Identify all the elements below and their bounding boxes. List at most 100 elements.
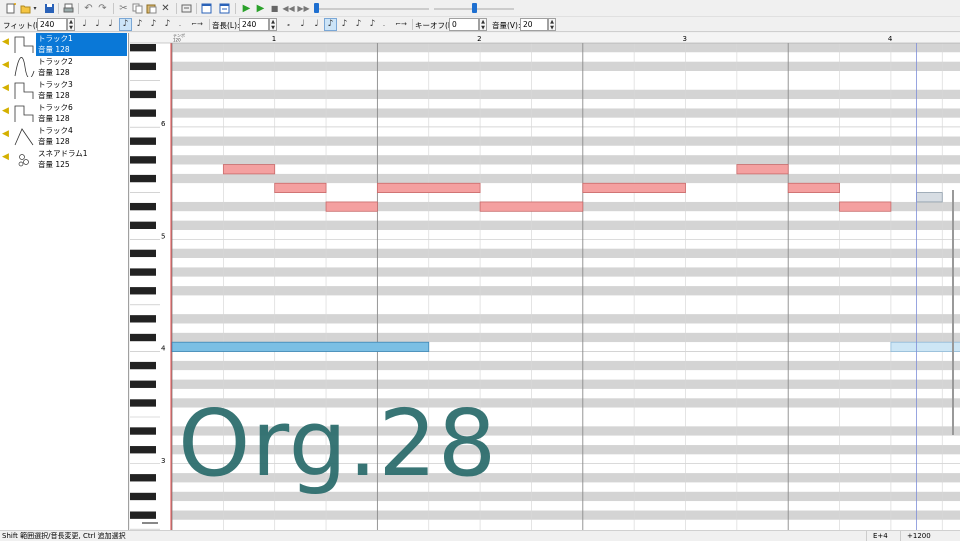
speaker-icon[interactable]: ◀ — [2, 84, 10, 94]
roll-row — [172, 379, 960, 389]
black-key[interactable] — [130, 249, 156, 258]
note-block[interactable] — [787, 182, 840, 194]
note-block[interactable] — [274, 182, 327, 194]
len-thirtysecond-note-button[interactable]: ♪ — [352, 18, 365, 31]
sixtyfourth-note-button[interactable]: ♪ — [161, 18, 174, 31]
delete-icon[interactable]: ✕ — [159, 2, 172, 15]
properties-icon[interactable] — [180, 2, 193, 15]
note-length-spinner[interactable]: ▲ ▼ — [269, 18, 277, 31]
black-key[interactable] — [130, 174, 156, 183]
save-icon[interactable] — [43, 2, 56, 15]
note-block[interactable] — [171, 341, 430, 352]
position-slider-thumb[interactable] — [314, 3, 319, 13]
new-file-icon[interactable] — [4, 2, 17, 15]
print-icon[interactable] — [62, 2, 75, 15]
black-key[interactable] — [130, 90, 156, 99]
fit-spinner[interactable]: ▲ ▼ — [67, 18, 75, 31]
sixteenth-note-button[interactable]: ♪ — [133, 18, 146, 31]
note-block[interactable] — [479, 201, 584, 212]
black-key[interactable] — [130, 62, 156, 71]
copy-icon[interactable] — [131, 2, 144, 15]
redo-icon[interactable]: ↷ — [96, 2, 109, 15]
len-sixtyfourth-note-button[interactable]: ♪ — [366, 18, 379, 31]
black-key[interactable] — [130, 492, 156, 501]
len-sixteenth-note-button[interactable]: ♪ — [338, 18, 351, 31]
rewind-icon[interactable]: ◀◀ — [282, 2, 295, 15]
half-note-button[interactable]: ♩ — [91, 18, 104, 31]
black-key[interactable] — [130, 109, 156, 117]
black-key[interactable] — [130, 287, 156, 295]
dot-button[interactable]: . — [176, 18, 184, 31]
track-item[interactable]: ◀ スネアドラム1 音量 125 — [0, 148, 127, 171]
speaker-icon[interactable]: ◀ — [2, 107, 10, 117]
len-half-note-button[interactable]: ♩ — [296, 18, 309, 31]
paste-icon[interactable] — [145, 2, 158, 15]
black-key[interactable] — [130, 511, 156, 519]
dropdown-icon[interactable]: ▾ — [31, 2, 39, 15]
track-item[interactable]: ◀ トラック4 音量 128 — [0, 125, 127, 148]
keyoff-input[interactable] — [449, 18, 479, 31]
note-block[interactable] — [839, 201, 892, 212]
speaker-icon[interactable]: ◀ — [2, 130, 10, 140]
cut-icon[interactable]: ✂ — [117, 2, 130, 15]
black-key[interactable] — [130, 268, 156, 276]
len-quarter-note-button[interactable]: ♩ — [310, 18, 323, 31]
window2-icon[interactable] — [218, 2, 231, 15]
horizontal-scrollbar[interactable] — [142, 522, 158, 524]
track-item[interactable]: ◀ トラック1 音量 128 — [0, 33, 127, 56]
black-key[interactable] — [130, 137, 156, 145]
black-key[interactable] — [130, 221, 156, 229]
note-block[interactable] — [582, 182, 686, 194]
black-key[interactable] — [130, 315, 156, 323]
len-whole-note-button[interactable]: 𝅗 — [282, 18, 295, 31]
quarter-note-button[interactable]: ♩ — [104, 18, 117, 31]
play-from-icon[interactable]: ▶ — [254, 2, 267, 15]
window-icon[interactable] — [200, 2, 213, 15]
main-toolbar: ▾ ↶ ↷ ✂ ✕ ▶ ▶ ■ ◀◀ ▶▶ — [0, 0, 960, 17]
vertical-scrollbar[interactable] — [952, 190, 954, 435]
black-key[interactable] — [130, 380, 156, 388]
thirtysecond-note-button[interactable]: ♪ — [147, 18, 160, 31]
play-icon[interactable]: ▶ — [240, 2, 253, 15]
black-key[interactable] — [130, 446, 156, 454]
track-item[interactable]: ◀ トラック6 音量 128 — [0, 102, 127, 125]
fit-input[interactable] — [37, 18, 67, 31]
track-item[interactable]: ◀ トラック3 音量 128 — [0, 79, 127, 102]
note-block[interactable] — [890, 341, 960, 352]
roll-row — [172, 71, 960, 81]
speaker-icon[interactable]: ◀ — [2, 61, 10, 71]
track-info: トラック4 音量 128 — [36, 125, 127, 148]
volume-input[interactable] — [520, 18, 548, 31]
note-block[interactable] — [376, 182, 481, 194]
volume-spinner[interactable]: ▲ ▼ — [548, 18, 556, 31]
keyoff-spinner[interactable]: ▲ ▼ — [479, 18, 487, 31]
black-key[interactable] — [130, 333, 156, 342]
volume-slider-thumb[interactable] — [472, 3, 477, 13]
note-block[interactable] — [222, 164, 276, 175]
note-length-input[interactable] — [239, 18, 269, 31]
black-key[interactable] — [130, 474, 156, 482]
speaker-icon[interactable]: ◀ — [2, 153, 10, 163]
black-key[interactable] — [130, 156, 156, 164]
black-key[interactable] — [130, 44, 156, 52]
tie-icon[interactable]: ⌐→ — [189, 18, 205, 31]
black-key[interactable] — [130, 202, 156, 211]
len-dot-button[interactable]: . — [380, 18, 388, 31]
track-name: トラック6 — [38, 103, 73, 112]
fast-forward-icon[interactable]: ▶▶ — [297, 2, 310, 15]
undo-icon[interactable]: ↶ — [82, 2, 95, 15]
note-block[interactable] — [916, 192, 943, 203]
stop-icon[interactable]: ■ — [268, 2, 281, 15]
black-key[interactable] — [130, 361, 156, 370]
black-key[interactable] — [130, 399, 156, 407]
black-key[interactable] — [130, 427, 156, 435]
speaker-icon[interactable]: ◀ — [2, 38, 10, 48]
len-tie-icon[interactable]: ⌐→ — [393, 18, 409, 31]
note-block[interactable] — [325, 201, 378, 212]
position-slider[interactable] — [314, 8, 429, 10]
eighth-note-button[interactable]: ♪ — [119, 18, 132, 31]
len-eighth-note-button[interactable]: ♪ — [324, 18, 337, 31]
whole-note-button[interactable]: ♩ — [78, 18, 91, 31]
note-block[interactable] — [736, 164, 789, 175]
track-item[interactable]: ◀ トラック2 音量 128 — [0, 56, 127, 79]
